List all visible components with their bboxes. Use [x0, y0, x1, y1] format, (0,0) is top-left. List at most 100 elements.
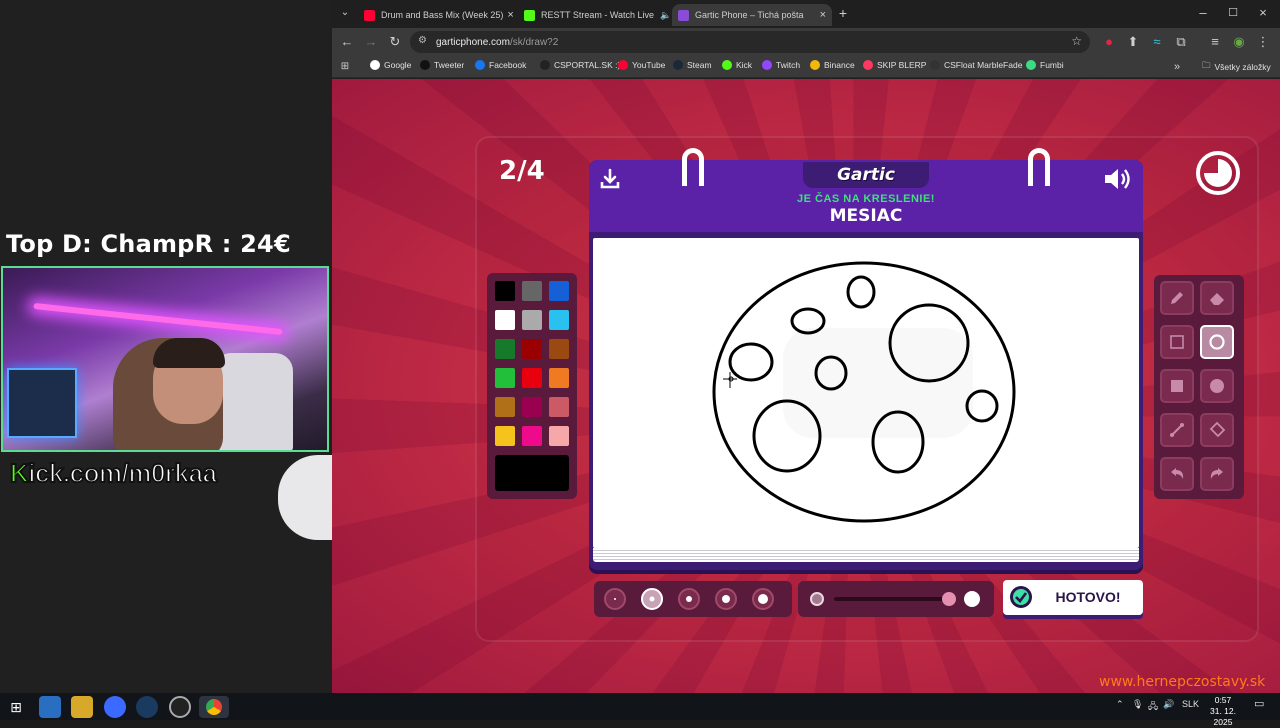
color-swatch[interactable]	[522, 281, 542, 301]
color-swatch[interactable]	[495, 281, 515, 301]
obs-icon[interactable]	[169, 696, 191, 718]
more-bookmarks-icon[interactable]: »	[1168, 58, 1186, 76]
drawing-canvas[interactable]	[593, 238, 1139, 548]
language-indicator[interactable]: SLK	[1182, 699, 1199, 709]
close-icon[interactable]: ×	[503, 9, 513, 21]
color-swatch[interactable]	[549, 397, 569, 417]
microphone-icon[interactable]: 🎙	[1132, 699, 1143, 710]
opacity-handle[interactable]	[942, 592, 956, 606]
close-window-icon[interactable]: ×	[1254, 4, 1272, 22]
close-icon[interactable]: ×	[816, 9, 826, 21]
tab-gartic-phone[interactable]: Gartic Phone – Tichá pošta ×	[672, 4, 832, 26]
bookmark-favicon-icon	[722, 60, 732, 70]
line-tool[interactable]	[1160, 413, 1194, 447]
bookmark-item[interactable]: CSFloat MarbleFade	[930, 60, 1022, 70]
bookmark-item[interactable]: Google	[370, 60, 411, 70]
speaker-icon[interactable]: 🔈	[660, 10, 671, 21]
color-swatch[interactable]	[522, 426, 542, 446]
color-swatch[interactable]	[495, 368, 515, 388]
tray-overflow-icon[interactable]: ⌃	[1116, 699, 1124, 710]
forward-icon[interactable]: →	[362, 33, 380, 51]
back-icon[interactable]: ←	[338, 33, 356, 51]
volume-icon[interactable]: 🔊	[1163, 699, 1174, 710]
circle-filled-icon	[1210, 379, 1224, 393]
minimize-icon[interactable]: –	[1194, 4, 1212, 22]
done-button[interactable]: HOTOVO!	[1003, 580, 1143, 615]
brush-size-3[interactable]	[678, 588, 700, 610]
color-swatch[interactable]	[522, 397, 542, 417]
bookmark-item[interactable]: YouTube	[618, 60, 665, 70]
eraser-tool[interactable]	[1200, 281, 1234, 315]
extension-icon[interactable]: ●	[1100, 33, 1118, 51]
bookmark-item[interactable]: Fumbi	[1026, 60, 1064, 70]
ellipse-outline-tool[interactable]	[1200, 325, 1234, 359]
redo-tool[interactable]	[1200, 457, 1234, 491]
bookmark-item[interactable]: Binance	[810, 60, 855, 70]
site-info-icon[interactable]: ⚙	[418, 35, 427, 46]
maximize-icon[interactable]: ☐	[1224, 4, 1242, 22]
reload-icon[interactable]: ↻	[386, 33, 404, 51]
bookmark-item[interactable]: Twitch	[762, 60, 800, 70]
menu-dots-icon[interactable]: ⋮	[1254, 33, 1272, 51]
color-swatch[interactable]	[522, 310, 542, 330]
media-control-icon[interactable]: ≡	[1206, 33, 1224, 51]
rectangle-fill-tool[interactable]	[1160, 369, 1194, 403]
ellipse-fill-tool[interactable]	[1200, 369, 1234, 403]
brush-size-4[interactable]	[715, 588, 737, 610]
bucket-tool[interactable]	[1200, 413, 1234, 447]
line-icon	[1170, 423, 1184, 437]
extension-icon[interactable]: ≈	[1148, 33, 1166, 51]
redo-icon	[1210, 468, 1223, 479]
bookmark-item[interactable]: Tweeter	[420, 60, 464, 70]
all-bookmarks-folder[interactable]: 🗀 Všetky záložky	[1202, 60, 1271, 74]
brush-size-1[interactable]	[604, 588, 626, 610]
bookmark-item[interactable]: CSPORTAL.SK :)	[540, 60, 620, 70]
color-swatch[interactable]	[549, 368, 569, 388]
color-swatch[interactable]	[549, 426, 569, 446]
color-swatch[interactable]	[549, 310, 569, 330]
undo-tool[interactable]	[1160, 457, 1194, 491]
file-explorer-icon[interactable]	[71, 696, 93, 718]
undo-icon	[1171, 468, 1184, 479]
bookmark-item[interactable]: Steam	[673, 60, 712, 70]
pencil-tool[interactable]	[1160, 281, 1194, 315]
color-swatch[interactable]	[549, 281, 569, 301]
color-swatch[interactable]	[549, 339, 569, 359]
color-swatch[interactable]	[495, 339, 515, 359]
timer-clock-icon	[1196, 151, 1240, 195]
color-swatch[interactable]	[522, 368, 542, 388]
color-swatch[interactable]	[522, 339, 542, 359]
bookmark-favicon-icon	[863, 60, 873, 70]
sound-icon[interactable]	[1103, 167, 1133, 191]
color-swatch[interactable]	[495, 426, 515, 446]
bookmark-item[interactable]: SKIP BLERP	[863, 60, 926, 70]
extensions-puzzle-icon[interactable]: ⧉	[1172, 33, 1190, 51]
extension-icon[interactable]: ⬆	[1124, 33, 1142, 51]
tab-restt-stream[interactable]: RESTT Stream - Watch Live 🔈 ×	[518, 4, 682, 26]
bookmark-item[interactable]: Kick	[722, 60, 752, 70]
brush-size-5[interactable]	[752, 588, 774, 610]
taskbar-clock[interactable]: 0:57 31. 12. 2025	[1200, 695, 1246, 728]
tab-search-icon[interactable]: ⌄	[336, 4, 354, 22]
bookmark-item[interactable]: Facebook	[475, 60, 526, 70]
notifications-icon[interactable]: ▭	[1254, 697, 1264, 710]
profile-avatar[interactable]: ◉	[1230, 33, 1248, 51]
bookmark-star-icon[interactable]: ☆	[1071, 34, 1082, 48]
new-tab-button[interactable]: +	[834, 4, 852, 22]
color-swatch[interactable]	[495, 397, 515, 417]
color-swatch[interactable]	[495, 310, 515, 330]
rectangle-outline-tool[interactable]	[1160, 325, 1194, 359]
steam-icon[interactable]	[136, 696, 158, 718]
network-icon[interactable]: 🖧	[1148, 699, 1158, 715]
apps-grid-icon[interactable]: ⊞	[336, 58, 354, 76]
start-icon[interactable]: ⊞	[5, 696, 27, 718]
address-bar[interactable]: ⚙ garticphone.com/sk/draw?2 ☆	[410, 31, 1090, 53]
download-icon[interactable]	[599, 168, 621, 190]
chrome-icon[interactable]	[199, 696, 229, 718]
brush-size-2[interactable]	[641, 588, 663, 610]
opacity-track[interactable]	[834, 597, 946, 601]
discord-icon[interactable]	[104, 696, 126, 718]
bookmark-favicon-icon	[475, 60, 485, 70]
widgets-icon[interactable]	[39, 696, 61, 718]
tab-drum-and-bass[interactable]: Drum and Bass Mix (Week 25) ×	[358, 4, 518, 26]
